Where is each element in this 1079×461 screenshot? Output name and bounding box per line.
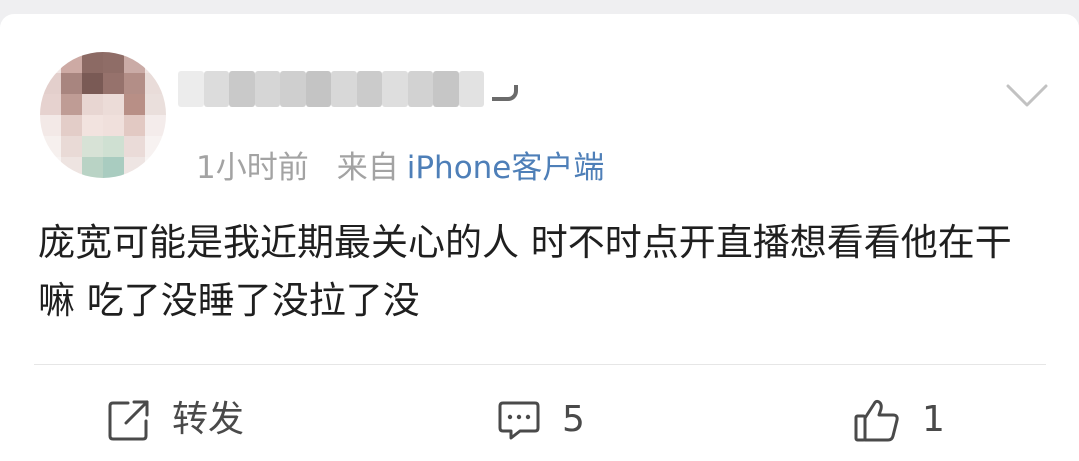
post-content: 庞宽可能是我近期最关心的人 时不时点开直播想看看他在干嘛 吃了没睡了没拉了没 bbox=[38, 221, 1012, 322]
source-app-link[interactable]: iPhone客户端 bbox=[407, 142, 605, 187]
repost-button[interactable]: 转发 bbox=[106, 390, 244, 450]
username[interactable] bbox=[178, 58, 518, 120]
post-card: 1小时前 来自 iPhone客户端 庞宽可能是我近期最关心的人 时不时点开直播想… bbox=[0, 14, 1079, 461]
username-blur-tail bbox=[492, 85, 518, 101]
like-button[interactable]: 1 bbox=[852, 390, 945, 450]
post-meta: 1小时前 来自 iPhone客户端 bbox=[196, 142, 604, 186]
comment-count: 5 bbox=[562, 399, 585, 440]
chevron-down-icon bbox=[1006, 84, 1048, 107]
repost-label: 转发 bbox=[172, 399, 245, 440]
thumbs-up-icon bbox=[854, 399, 899, 442]
share-square-icon bbox=[108, 400, 149, 441]
post-time: 1小时前 bbox=[196, 149, 309, 186]
comment-button[interactable]: 5 bbox=[496, 390, 585, 450]
like-count: 1 bbox=[922, 399, 945, 440]
divider bbox=[34, 364, 1046, 365]
comment-bubble-icon bbox=[498, 401, 540, 440]
avatar[interactable] bbox=[40, 52, 166, 178]
more-options-button[interactable] bbox=[1002, 76, 1052, 116]
source-prefix: 来自 bbox=[336, 149, 399, 186]
